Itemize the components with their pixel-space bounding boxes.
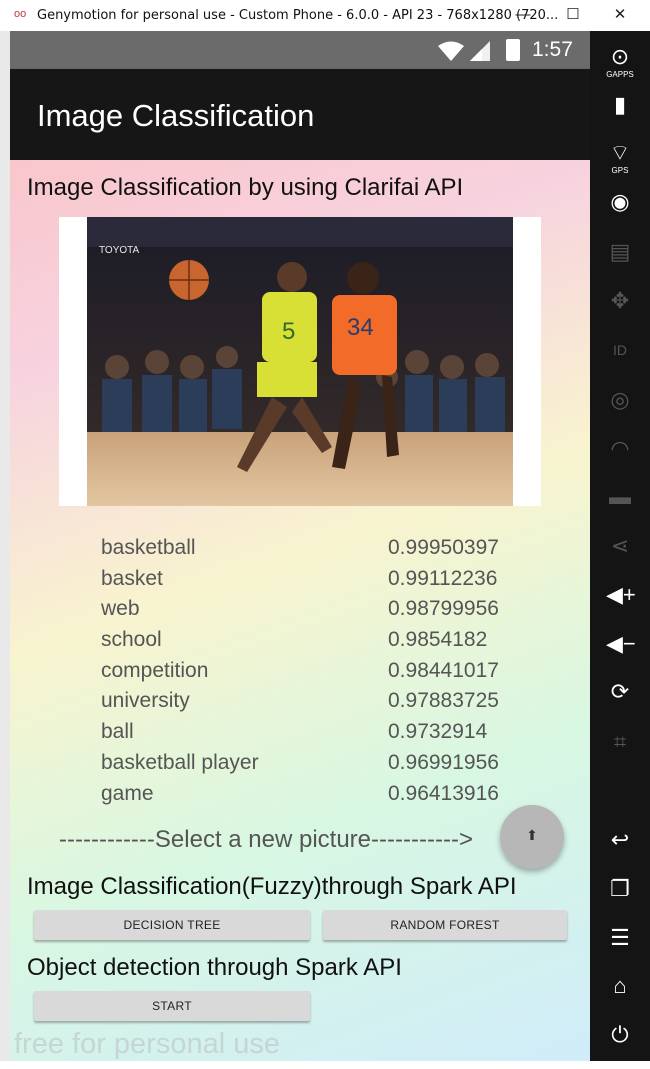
result-score: 0.9732914 xyxy=(388,720,488,744)
object-detection-heading: Object detection through Spark API xyxy=(27,954,402,981)
back-icon[interactable]: ↩ xyxy=(606,826,634,854)
wifi-icon xyxy=(438,41,464,61)
select-picture-link[interactable]: ------------Select a new picture--------… xyxy=(59,826,473,854)
background-window-edge xyxy=(0,31,10,1061)
media-icon[interactable]: ▤ xyxy=(606,238,634,266)
list-item: web 0.98799956 xyxy=(101,597,561,628)
rss-icon[interactable]: ◠ xyxy=(606,435,634,463)
list-item: competition 0.98441017 xyxy=(101,659,561,690)
webcam-icon[interactable]: ◉ xyxy=(606,188,634,216)
gapps-icon[interactable]: ⊙ GAPPS xyxy=(606,43,634,79)
result-label: web xyxy=(101,597,140,621)
menu-icon[interactable]: ☰ xyxy=(606,924,634,952)
result-label: university xyxy=(101,689,190,713)
gps-label: GPS xyxy=(611,166,629,175)
rotate-icon[interactable]: ⟳ xyxy=(606,678,634,706)
result-label: basketball player xyxy=(101,750,259,774)
pixel-perfect-icon[interactable]: ⌗ xyxy=(606,728,634,756)
result-score: 0.99950397 xyxy=(388,536,499,559)
minimize-icon[interactable]: — xyxy=(508,4,538,26)
result-label: ball xyxy=(101,720,134,744)
fuzzy-heading: Image Classification(Fuzzy)through Spark… xyxy=(27,873,517,900)
result-score: 0.96413916 xyxy=(388,781,499,805)
list-item: basketball 0.99950397 xyxy=(101,536,561,567)
app-bar: Image Classification xyxy=(10,69,590,160)
power-icon[interactable]: ⏻ xyxy=(606,1021,634,1049)
list-item: game 0.96413916 xyxy=(101,782,561,813)
result-score: 0.96991956 xyxy=(388,750,499,774)
result-label: basketball xyxy=(101,536,196,559)
app-title: Image Classification xyxy=(37,98,315,133)
dpad-icon[interactable]: ✥ xyxy=(606,287,634,315)
clarifai-heading: Image Classification by using Clarifai A… xyxy=(27,174,464,201)
result-label: basket xyxy=(101,566,163,590)
volume-up-icon[interactable]: ◀+ xyxy=(606,581,636,609)
result-label: game xyxy=(101,781,154,805)
phone-screen: 1:57 Image Classification Image Classifi… xyxy=(10,31,590,1061)
genymotion-toolbar: ⊙ GAPPS ▮ ⌔ GPS ◉ ▤ ✥ ID ◎ ◠ ▬ ⋖ ◀+ ◀− ⟳ ⌗… xyxy=(590,31,650,1061)
gapps-label: GAPPS xyxy=(606,70,634,79)
id-icon[interactable]: ID xyxy=(606,336,634,364)
basketball-photo[interactable]: TOYOTA 5 34 xyxy=(59,217,541,506)
result-score: 0.98799956 xyxy=(388,597,499,621)
jersey-number-left: 5 xyxy=(282,318,295,345)
battery-icon xyxy=(506,39,520,61)
status-bar: 1:57 xyxy=(10,31,590,69)
emulator-window: oo Genymotion for personal use - Custom … xyxy=(0,0,650,1069)
share-icon[interactable]: ⋖ xyxy=(606,532,634,560)
result-label: competition xyxy=(101,658,209,682)
window-titlebar: oo Genymotion for personal use - Custom … xyxy=(0,0,650,32)
volume-down-icon[interactable]: ◀− xyxy=(606,630,636,658)
upload-icon: ⬆ xyxy=(526,827,538,843)
result-score: 0.9854182 xyxy=(388,628,488,652)
result-label: school xyxy=(101,628,162,652)
window-title: Genymotion for personal use - Custom Pho… xyxy=(37,8,559,23)
photo-image: TOYOTA 5 34 xyxy=(87,217,513,506)
maximize-icon[interactable]: ☐ xyxy=(558,4,588,26)
battery-tool-icon[interactable]: ▮ xyxy=(606,91,634,119)
result-score: 0.97883725 xyxy=(388,689,499,713)
close-icon[interactable]: ✕ xyxy=(605,4,635,26)
result-score: 0.99112236 xyxy=(388,566,498,590)
result-score: 0.98441017 xyxy=(388,658,499,682)
watermark: free for personal use xyxy=(14,1028,280,1060)
id-label: ID xyxy=(613,342,627,358)
start-button[interactable]: START xyxy=(34,991,310,1021)
sms-icon[interactable]: ▬ xyxy=(606,483,634,511)
list-item: basket 0.99112236 xyxy=(101,567,561,598)
genymotion-logo-icon: oo xyxy=(14,8,27,20)
list-item: school 0.9854182 xyxy=(101,628,561,659)
decision-tree-button[interactable]: DECISION TREE xyxy=(34,910,310,940)
random-forest-button[interactable]: RANDOM FOREST xyxy=(323,910,567,940)
list-item: basketball player 0.96991956 xyxy=(101,751,561,782)
list-item: university 0.97883725 xyxy=(101,689,561,720)
recent-apps-icon[interactable]: ❐ xyxy=(606,875,634,903)
jersey-number-right: 34 xyxy=(347,314,374,341)
disk-icon[interactable]: ◎ xyxy=(606,386,634,414)
photo-sponsor-text: TOYOTA xyxy=(99,245,140,256)
main-content: Image Classification by using Clarifai A… xyxy=(10,160,590,1061)
upload-fab-button[interactable]: ⬆ xyxy=(500,805,564,869)
signal-icon xyxy=(470,41,490,61)
list-item: ball 0.9732914 xyxy=(101,720,561,751)
status-time: 1:57 xyxy=(532,38,573,61)
gps-icon[interactable]: ⌔ GPS xyxy=(606,139,634,175)
classification-results: basketball 0.99950397 basket 0.99112236 we… xyxy=(101,536,561,812)
home-icon[interactable]: ⌂ xyxy=(606,972,634,1000)
